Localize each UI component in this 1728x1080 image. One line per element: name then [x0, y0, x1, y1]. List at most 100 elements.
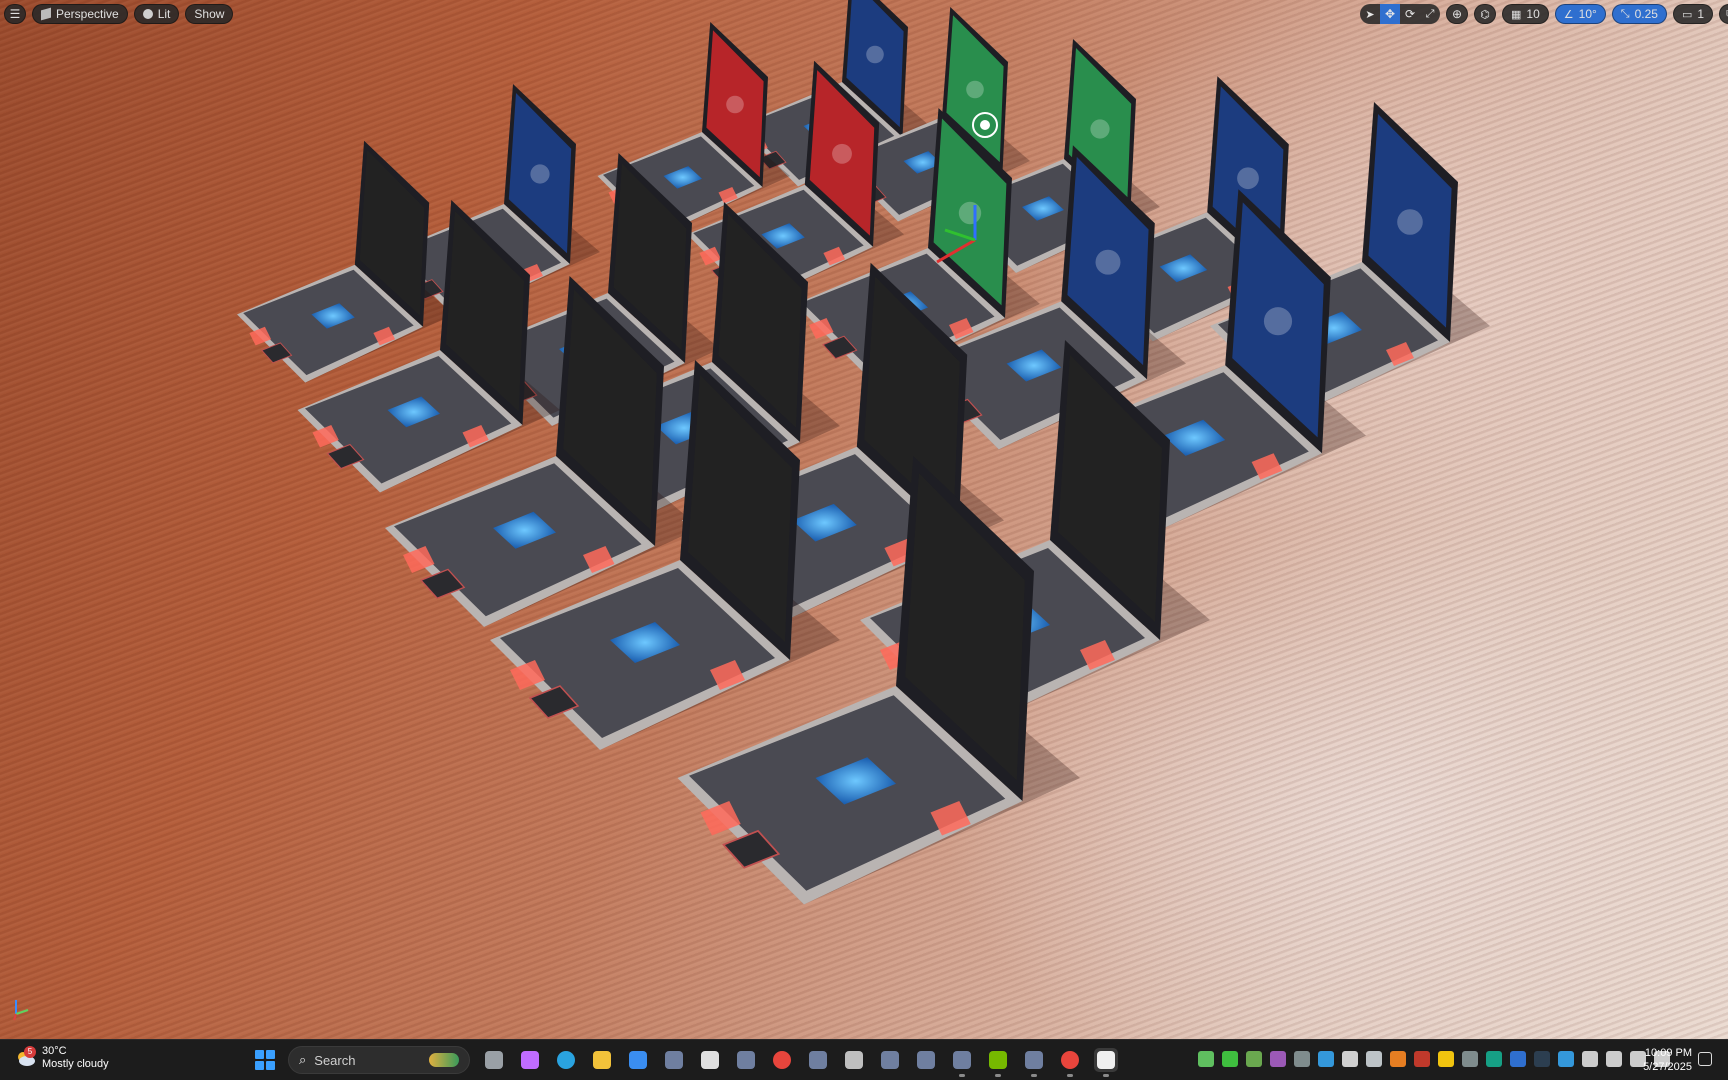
clock-time: 10:09 PM [1644, 1047, 1692, 1059]
tray-icon[interactable] [1270, 1051, 1286, 1067]
editor-viewport[interactable]: ☰ Perspective Lit Show ➤ ✥ ⟳ ⤢ ⊕ ⌬ ▦ 10 … [0, 0, 1728, 1039]
system-tray [1198, 1051, 1670, 1067]
screen-orb [866, 45, 884, 64]
clock[interactable]: 10:09 PM 5/27/2025 [1630, 1046, 1692, 1074]
globe-icon: ⊕ [1451, 7, 1463, 21]
taskbar-app-app[interactable] [878, 1048, 902, 1072]
obs-icon [845, 1051, 863, 1069]
world-local-toggle[interactable]: ⊕ [1446, 4, 1468, 24]
tray-icon[interactable] [1510, 1051, 1526, 1067]
screen-orb [1397, 209, 1423, 235]
tray-icon[interactable] [1318, 1051, 1334, 1067]
taskbar-app-app[interactable] [806, 1048, 830, 1072]
laptop-scene[interactable] [0, 0, 1728, 1039]
rotate-tool-button[interactable]: ⟳ [1400, 4, 1420, 24]
file-explorer-icon [593, 1051, 611, 1069]
weather-widget[interactable]: 5 30°C Mostly cloudy [14, 1045, 109, 1071]
taskbar-app-unreal-engine[interactable] [1094, 1048, 1118, 1077]
translate-tool-button[interactable]: ✥ [1380, 4, 1400, 24]
tray-icon[interactable] [1582, 1051, 1598, 1067]
notification-bell-icon[interactable] [1698, 1052, 1712, 1066]
clock-date: 5/27/2025 [1643, 1061, 1692, 1073]
scale-snap-button[interactable]: ⤡ 0.25 [1611, 4, 1667, 24]
taskbar-app-app[interactable] [662, 1048, 686, 1072]
tray-icon[interactable] [1198, 1051, 1214, 1067]
app-icon [917, 1051, 935, 1069]
windows-taskbar: 5 30°C Mostly cloudy ⌕ Search 10:09 PM 5… [0, 1039, 1728, 1080]
maximize-viewport-button[interactable]: ⧉ [1719, 4, 1728, 24]
rotation-snap-button[interactable]: ∠ 10° [1554, 4, 1606, 24]
x-axis-line [13, 1013, 17, 1021]
app-icon [809, 1051, 827, 1069]
search-highlight-icon [429, 1053, 459, 1067]
taskbar-app-chrome[interactable] [1058, 1048, 1082, 1077]
laptop-model [237, 140, 454, 383]
task-view-icon [485, 1051, 503, 1069]
axis-indicator [13, 1000, 29, 1021]
viewport-toolbar-right: ➤ ✥ ⟳ ⤢ ⊕ ⌬ ▦ 10 ∠ 10° ⤡ 0.25 ▭ 1 ⧉ [1360, 3, 1728, 25]
screen-orb [726, 95, 744, 114]
taskbar-app-microsoft-store[interactable] [626, 1048, 650, 1072]
tray-icon[interactable] [1534, 1051, 1550, 1067]
grid-snap-button[interactable]: ▦ 10 [1502, 4, 1549, 24]
tray-icon[interactable] [1486, 1051, 1502, 1067]
lit-mode-button[interactable]: Lit [133, 4, 180, 24]
tray-icon[interactable] [1462, 1051, 1478, 1067]
scale-icon: ⤢ [1425, 7, 1435, 20]
taskbar-app-edge[interactable] [554, 1048, 578, 1072]
taskbar-app-file-explorer[interactable] [590, 1048, 614, 1072]
camera-speed-value: 1 [1697, 7, 1705, 21]
taskbar-app-app[interactable] [914, 1048, 938, 1072]
surface-snap-button[interactable]: ⌬ [1474, 4, 1496, 24]
scale-tool-button[interactable]: ⤢ [1420, 4, 1440, 24]
nvidia-icon [989, 1051, 1007, 1069]
taskbar-app-alienware[interactable] [698, 1048, 722, 1072]
screen-orb [530, 164, 550, 184]
tray-icon[interactable] [1438, 1051, 1454, 1067]
tray-icon[interactable] [1606, 1051, 1622, 1067]
tray-icon[interactable] [1390, 1051, 1406, 1067]
perspective-button[interactable]: Perspective [32, 4, 128, 24]
tray-icon[interactable] [1246, 1051, 1262, 1067]
taskbar-app-app[interactable] [950, 1048, 974, 1077]
lit-sphere-icon [142, 9, 153, 19]
cursor-icon: ➤ [1365, 8, 1375, 21]
screen-orb [1095, 249, 1121, 275]
start-button[interactable] [255, 1050, 275, 1070]
tray-icon[interactable] [1366, 1051, 1382, 1067]
taskbar-app-nvidia[interactable] [986, 1048, 1010, 1077]
grid-snap-value: 10 [1526, 7, 1540, 21]
taskbar-app-task-view[interactable] [482, 1048, 506, 1072]
search-label: Search [314, 1052, 356, 1068]
tray-icon[interactable] [1342, 1051, 1358, 1067]
screen-orb [966, 80, 984, 99]
taskbar-app-app[interactable] [734, 1048, 758, 1072]
select-tool-button[interactable]: ➤ [1360, 4, 1380, 24]
rotate-icon: ⟳ [1404, 7, 1416, 21]
lit-label: Lit [157, 7, 171, 21]
show-button[interactable]: Show [185, 4, 234, 24]
copilot-icon [521, 1051, 539, 1069]
taskbar-app-chrome[interactable] [770, 1048, 794, 1072]
app-icon [953, 1051, 971, 1069]
screen-orb [1263, 307, 1293, 336]
tray-icon[interactable] [1222, 1051, 1238, 1067]
taskbar-search-box[interactable]: ⌕ Search [288, 1046, 470, 1074]
rotation-snap-value: 10° [1578, 7, 1597, 21]
light-core [980, 120, 990, 130]
y-axis-line [15, 1009, 29, 1015]
tray-icon[interactable] [1414, 1051, 1430, 1067]
taskbar-app-copilot[interactable] [518, 1048, 542, 1072]
taskbar-app-app[interactable] [1022, 1048, 1046, 1077]
cloudy-weather-icon: 5 [14, 1046, 36, 1067]
viewport-menu-button[interactable]: ☰ [4, 4, 26, 24]
perspective-label: Perspective [56, 7, 119, 21]
alienware-icon [701, 1051, 719, 1069]
show-label: Show [194, 7, 225, 21]
camera-speed-button[interactable]: ▭ 1 [1672, 4, 1714, 24]
taskbar-app-obs[interactable] [842, 1048, 866, 1072]
tray-icon[interactable] [1294, 1051, 1310, 1067]
screen-orb [832, 143, 852, 164]
screen-orb [1237, 167, 1259, 190]
tray-icon[interactable] [1558, 1051, 1574, 1067]
